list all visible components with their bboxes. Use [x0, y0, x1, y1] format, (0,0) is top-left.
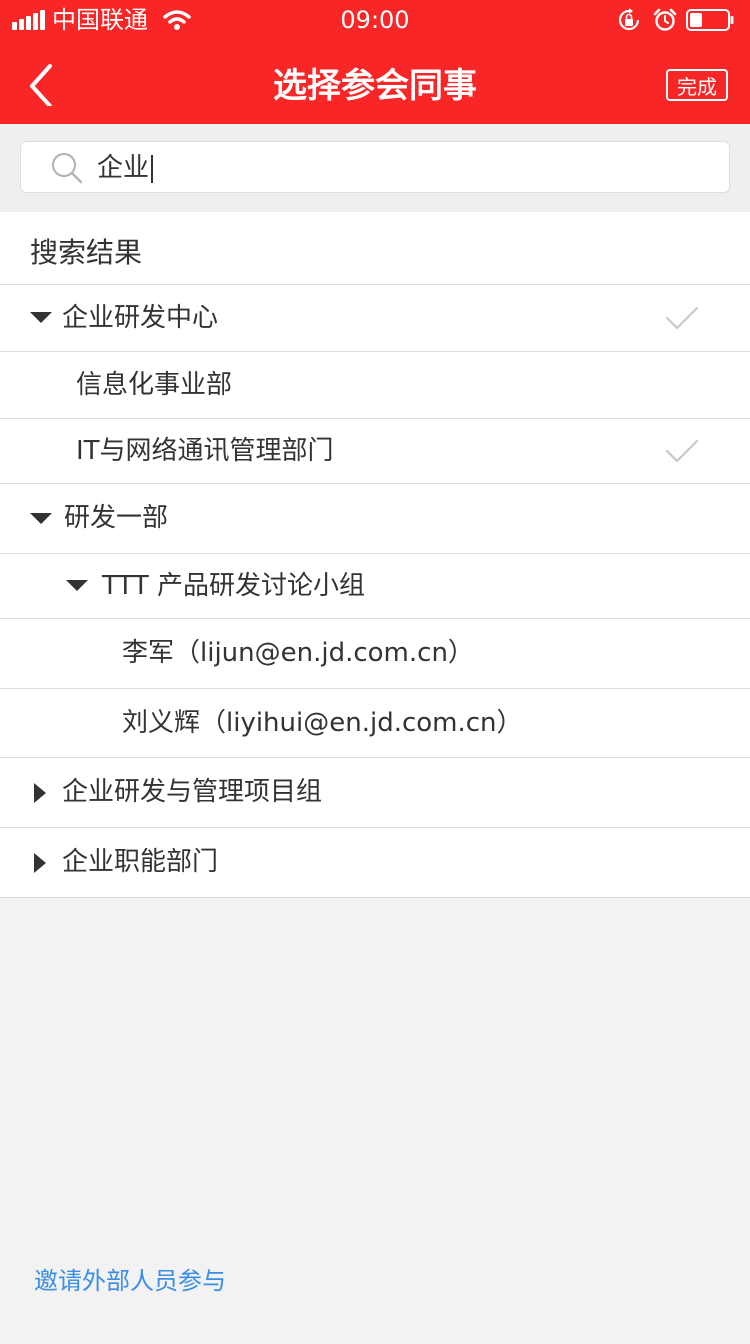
result-row[interactable]: 研发一部	[0, 484, 750, 554]
collapse-caret-icon[interactable]	[34, 852, 46, 873]
expand-caret-icon[interactable]	[30, 312, 52, 323]
page-title: 选择参会同事	[273, 66, 477, 106]
checkmark-icon	[666, 439, 698, 463]
invite-external-link[interactable]: 邀请外部人员参与	[34, 1264, 226, 1298]
search-bar: 企业	[0, 124, 750, 212]
status-bar: 中国联通 09:00	[0, 0, 750, 40]
checkmark-icon	[666, 306, 698, 330]
battery-icon	[686, 9, 734, 31]
result-row-label: 企业研发与管理项目组	[62, 777, 323, 807]
text-cursor	[151, 154, 154, 183]
result-row-label: 企业职能部门	[62, 847, 219, 877]
search-input-value: 企业	[97, 142, 154, 194]
result-row[interactable]: TTT 产品研发讨论小组	[0, 554, 750, 619]
results-list: 企业研发中心信息化事业部 IT与网络通讯管理部门研发一部 TTT 产品研发讨论小组李…	[0, 285, 750, 898]
result-row-label: 刘义辉（liyihui@en.jd.com.cn）	[122, 708, 523, 738]
result-row[interactable]: 企业研发与管理项目组	[0, 758, 750, 828]
app-header: 中国联通 09:00 选择参会同事 完成	[0, 0, 750, 124]
done-button[interactable]: 完成	[666, 69, 728, 101]
result-row-label: 李军（lijun@en.jd.com.cn）	[122, 638, 474, 668]
search-results: 搜索结果 企业研发中心信息化事业部 IT与网络通讯管理部门研发一部 TTT 产品研发…	[0, 212, 750, 898]
alarm-icon	[653, 8, 677, 31]
result-row-label: IT与网络通讯管理部门	[76, 436, 334, 466]
result-row[interactable]: 李军（lijun@en.jd.com.cn）	[0, 619, 750, 689]
result-row[interactable]: IT与网络通讯管理部门	[0, 419, 750, 484]
rotation-lock-icon	[618, 8, 640, 31]
search-input[interactable]: 企业	[20, 141, 730, 193]
result-row[interactable]: 刘义辉（liyihui@en.jd.com.cn）	[0, 689, 750, 758]
result-row-label: 研发一部	[64, 503, 169, 533]
result-row[interactable]: 企业研发中心	[0, 285, 750, 352]
result-row-label: 企业研发中心	[62, 303, 219, 333]
results-section-title: 搜索结果	[0, 212, 750, 285]
result-row-label: 信息化事业部	[76, 370, 233, 400]
result-row-label: TTT 产品研发讨论小组	[102, 571, 365, 601]
expand-caret-icon[interactable]	[30, 512, 52, 524]
result-row[interactable]: 企业职能部门	[0, 828, 750, 898]
search-icon	[51, 152, 83, 184]
result-row[interactable]: 信息化事业部	[0, 352, 750, 419]
collapse-caret-icon[interactable]	[34, 782, 46, 803]
expand-caret-icon[interactable]	[66, 580, 88, 591]
nav-bar: 选择参会同事 完成	[0, 40, 750, 124]
